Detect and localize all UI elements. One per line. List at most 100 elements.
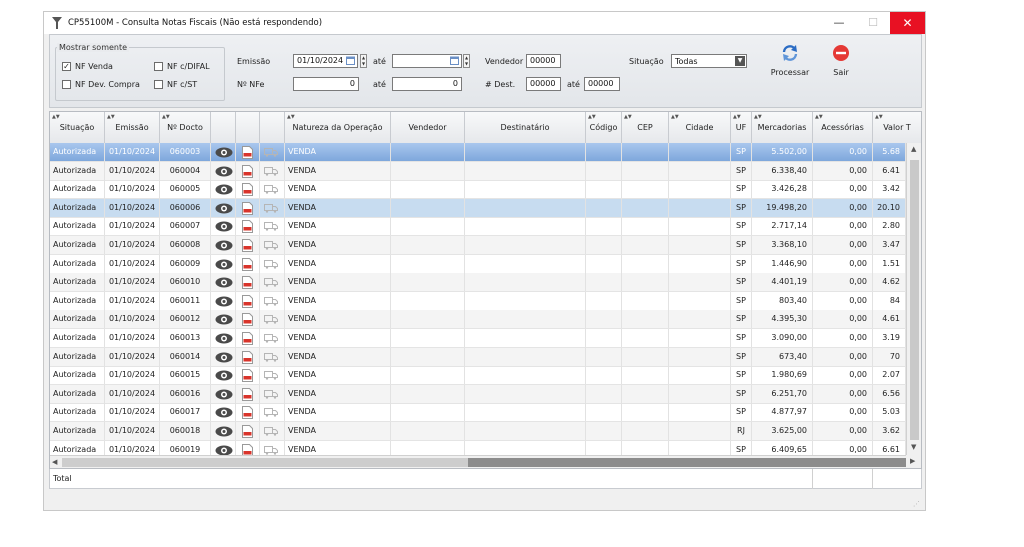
- title-bar[interactable]: CP55100M - Consulta Notas Fiscais (Não e…: [44, 12, 925, 34]
- table-row[interactable]: Autorizada 01/10/2024 060014 VENDA SP 673,40 0…: [50, 347, 921, 367]
- view-cell[interactable]: [211, 403, 236, 422]
- view-cell[interactable]: [211, 273, 236, 292]
- horizontal-scroll-thumb[interactable]: [62, 458, 468, 467]
- maximize-button[interactable]: ☐: [856, 12, 890, 34]
- transport-cell[interactable]: [260, 422, 285, 440]
- vertical-scroll-thumb[interactable]: [910, 160, 919, 440]
- view-cell[interactable]: [211, 366, 236, 385]
- col-natureza[interactable]: ▲▼ Natureza da Operação: [285, 112, 391, 143]
- nf-venda-checkbox[interactable]: ✓ NF Venda: [62, 62, 113, 71]
- pdf-cell[interactable]: [236, 291, 260, 310]
- nfe-to-input[interactable]: 0: [392, 77, 462, 91]
- transport-cell[interactable]: [260, 254, 285, 273]
- pdf-cell[interactable]: [236, 217, 260, 236]
- col-cep[interactable]: ▲▼ CEP: [622, 112, 669, 143]
- transport-cell[interactable]: [260, 291, 285, 310]
- notas-grid[interactable]: ▲▼ Situação ▲▼ Emissão ▲▼ Nº Docto ▲▼ Nature…: [49, 111, 922, 469]
- sair-button[interactable]: Sair: [826, 44, 856, 77]
- nf-difal-check[interactable]: [154, 62, 163, 71]
- horizontal-scrollbar[interactable]: ◀: [50, 455, 910, 468]
- nf-st-checkbox[interactable]: NF c/ST: [154, 80, 197, 89]
- minimize-button[interactable]: —: [822, 12, 856, 34]
- col-situacao[interactable]: ▲▼ Situação: [50, 112, 105, 143]
- table-row[interactable]: Autorizada 01/10/2024 060012 VENDA SP 4.395,3…: [50, 310, 921, 330]
- col-destinatario[interactable]: Destinatário: [465, 112, 586, 143]
- transport-cell[interactable]: [260, 236, 285, 254]
- nf-dev-compra-checkbox[interactable]: NF Dev. Compra: [62, 80, 140, 89]
- nf-dev-compra-check[interactable]: [62, 80, 71, 89]
- table-row[interactable]: Autorizada 01/10/2024 060005 VENDA SP 3.426,2…: [50, 180, 921, 200]
- pdf-cell[interactable]: [236, 347, 260, 366]
- view-cell[interactable]: [211, 198, 236, 217]
- scroll-down-icon[interactable]: ▼: [911, 443, 916, 451]
- pdf-cell[interactable]: [236, 198, 260, 217]
- transport-cell[interactable]: [260, 217, 285, 236]
- view-cell[interactable]: [211, 310, 236, 329]
- pdf-cell[interactable]: [236, 143, 260, 161]
- transport-cell[interactable]: [260, 347, 285, 366]
- view-cell[interactable]: [211, 254, 236, 273]
- pdf-cell[interactable]: [236, 236, 260, 254]
- horizontal-scroll-track[interactable]: [468, 458, 910, 467]
- view-cell[interactable]: [211, 161, 236, 180]
- pdf-cell[interactable]: [236, 161, 260, 180]
- table-row[interactable]: Autorizada 01/10/2024 060017 VENDA SP 4.877,9…: [50, 403, 921, 423]
- table-row[interactable]: Autorizada 01/10/2024 060008 VENDA SP 3.368,1…: [50, 236, 921, 255]
- scroll-left-icon[interactable]: ◀: [52, 458, 57, 466]
- calendar-icon[interactable]: [450, 56, 459, 65]
- col-mercadorias[interactable]: ▲▼ Mercadorias: [752, 112, 813, 143]
- transport-cell[interactable]: [260, 329, 285, 347]
- col-acessorias[interactable]: ▲▼ Acessórias: [813, 112, 873, 143]
- view-cell[interactable]: [211, 422, 236, 440]
- pdf-cell[interactable]: [236, 384, 260, 403]
- view-cell[interactable]: [211, 236, 236, 254]
- transport-cell[interactable]: [260, 310, 285, 329]
- pdf-cell[interactable]: [236, 403, 260, 422]
- col-uf[interactable]: ▲▼ UF: [731, 112, 752, 143]
- nf-difal-checkbox[interactable]: NF c/DIFAL: [154, 62, 210, 71]
- vendedor-input[interactable]: 00000: [526, 54, 561, 68]
- col-pdf[interactable]: [236, 112, 260, 143]
- transport-cell[interactable]: [260, 273, 285, 292]
- col-cidade[interactable]: ▲▼ Cidade: [669, 112, 731, 143]
- table-row[interactable]: Autorizada 01/10/2024 060013 VENDA SP 3.090,0…: [50, 329, 921, 348]
- pdf-cell[interactable]: [236, 329, 260, 347]
- table-row[interactable]: Autorizada 01/10/2024 060003 VENDA SP 5.502,0…: [50, 143, 921, 162]
- vertical-scrollbar[interactable]: ▲ ▼: [906, 143, 921, 455]
- view-cell[interactable]: [211, 329, 236, 347]
- pdf-cell[interactable]: [236, 422, 260, 440]
- nfe-from-input[interactable]: 0: [293, 77, 359, 91]
- emissao-from-spinner[interactable]: ▲ ▼: [360, 54, 367, 68]
- nf-st-check[interactable]: [154, 80, 163, 89]
- table-row[interactable]: Autorizada 01/10/2024 060009 VENDA SP 1.446,9…: [50, 254, 921, 274]
- resize-grip-icon[interactable]: ⋰: [913, 500, 920, 508]
- view-cell[interactable]: [211, 143, 236, 161]
- transport-cell[interactable]: [260, 403, 285, 422]
- col-valor-total[interactable]: ▲▼ Valor T: [873, 112, 921, 143]
- col-emissao[interactable]: ▲▼ Emissão: [105, 112, 160, 143]
- situacao-select[interactable]: Todas ▼: [671, 54, 747, 68]
- table-row[interactable]: Autorizada 01/10/2024 060016 VENDA SP 6.251,7…: [50, 384, 921, 404]
- calendar-icon[interactable]: [346, 56, 355, 65]
- col-vendedor[interactable]: Vendedor: [391, 112, 465, 143]
- table-row[interactable]: Autorizada 01/10/2024 060010 VENDA SP 4.401,1…: [50, 273, 921, 293]
- transport-cell[interactable]: [260, 180, 285, 199]
- transport-cell[interactable]: [260, 143, 285, 161]
- pdf-cell[interactable]: [236, 310, 260, 329]
- chevron-down-icon[interactable]: ▼: [735, 56, 745, 66]
- table-row[interactable]: Autorizada 01/10/2024 060018 VENDA RJ 3.625,0…: [50, 422, 921, 441]
- nf-venda-check[interactable]: ✓: [62, 62, 71, 71]
- col-codigo[interactable]: ▲▼ Código: [586, 112, 622, 143]
- transport-cell[interactable]: [260, 161, 285, 180]
- scroll-right-icon[interactable]: ▶: [910, 457, 915, 465]
- dest-from-input[interactable]: 00000: [526, 77, 561, 91]
- table-row[interactable]: Autorizada 01/10/2024 060004 VENDA SP 6.338,4…: [50, 161, 921, 181]
- view-cell[interactable]: [211, 347, 236, 366]
- view-cell[interactable]: [211, 217, 236, 236]
- dest-to-input[interactable]: 00000: [584, 77, 620, 91]
- table-row[interactable]: Autorizada 01/10/2024 060007 VENDA SP 2.717,1…: [50, 217, 921, 237]
- pdf-cell[interactable]: [236, 180, 260, 199]
- view-cell[interactable]: [211, 291, 236, 310]
- pdf-cell[interactable]: [236, 366, 260, 385]
- col-transport[interactable]: [260, 112, 285, 143]
